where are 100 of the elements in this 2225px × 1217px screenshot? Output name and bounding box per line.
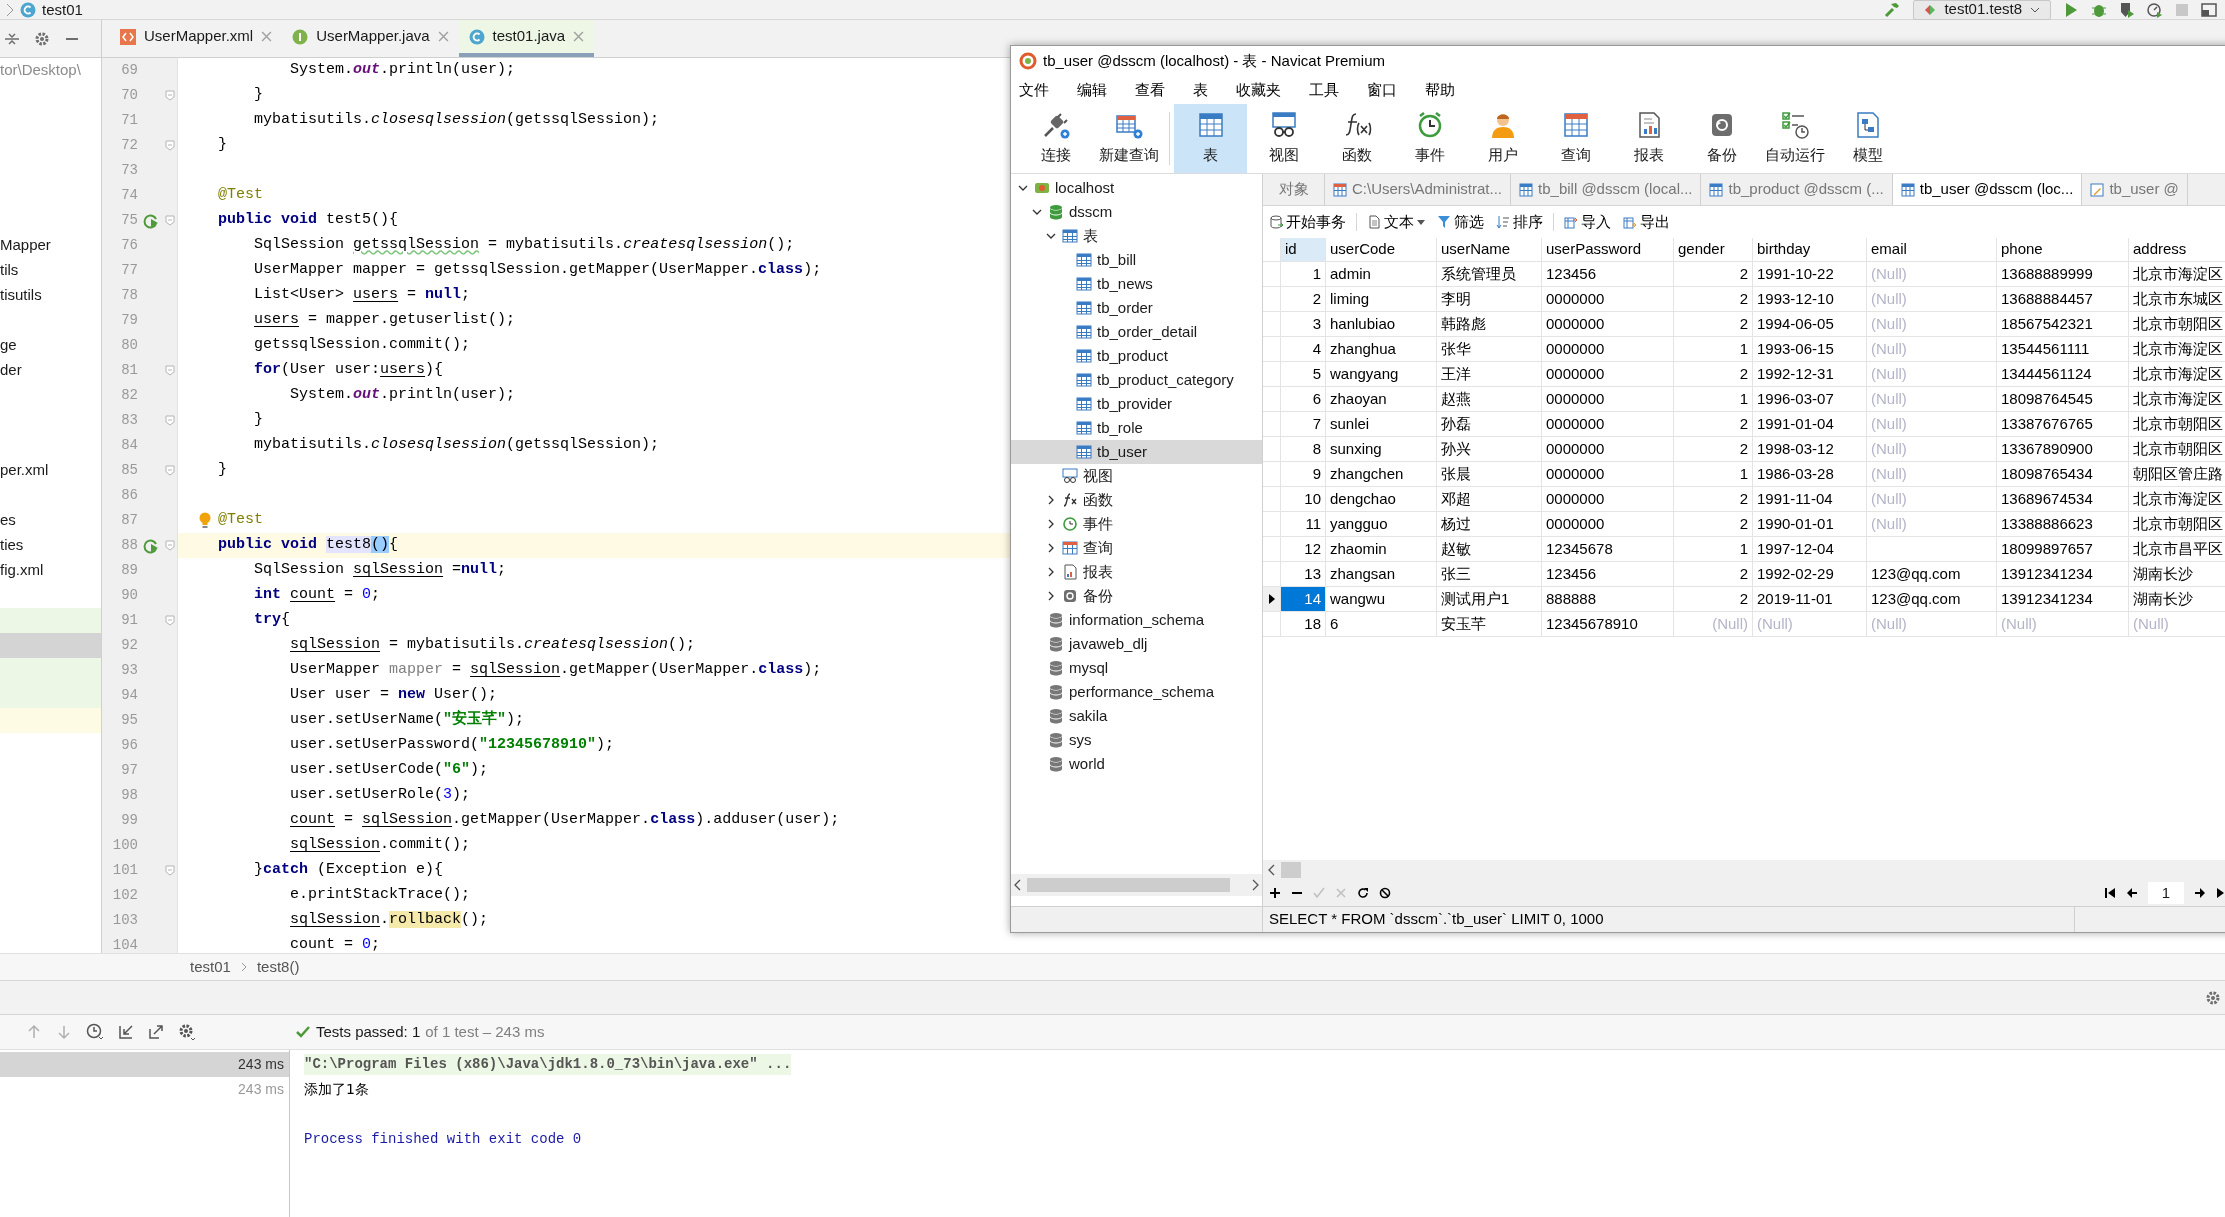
first-page-icon[interactable] [2104, 887, 2116, 899]
shield-play-icon[interactable] [2119, 1, 2135, 18]
document-tab[interactable]: tb_product @dsscm (... [1701, 174, 1893, 205]
fold-marker-icon[interactable] [165, 615, 175, 626]
tree-item[interactable]: 表 [1011, 224, 1262, 248]
settings-icon[interactable] [34, 30, 50, 47]
toolbar-button[interactable]: 模型 [1831, 104, 1904, 173]
column-header[interactable]: id [1281, 238, 1326, 262]
tree-item[interactable]: localhost [1011, 176, 1262, 200]
column-header[interactable]: phone [1997, 238, 2129, 262]
clock-icon[interactable] [86, 1023, 104, 1041]
toolbar-button[interactable]: 文本 [1365, 210, 1427, 234]
fold-marker-icon[interactable] [165, 540, 175, 551]
project-tree-item[interactable]: fig.xml [0, 559, 44, 582]
fold-marker-icon[interactable] [165, 140, 175, 151]
tree-item[interactable]: tb_role [1011, 416, 1262, 440]
toolbar-button[interactable]: 表 [1174, 104, 1247, 173]
document-tab[interactable]: C:\Users\Administrat... [1325, 174, 1512, 205]
tree-item[interactable]: sys [1011, 728, 1262, 752]
document-tab[interactable]: 对象 [1263, 174, 1325, 205]
project-tree-item[interactable]: der [0, 359, 22, 382]
tree-item[interactable]: performance_schema [1011, 680, 1262, 704]
fold-marker-icon[interactable] [165, 865, 175, 876]
scroll-left-icon[interactable] [1267, 864, 1277, 876]
column-header[interactable]: gender [1674, 238, 1753, 262]
tree-item[interactable]: 查询 [1011, 536, 1262, 560]
close-icon[interactable] [261, 31, 273, 42]
tree-item[interactable]: 函数 [1011, 488, 1262, 512]
settings-icon[interactable] [178, 1023, 196, 1041]
tree-item[interactable]: dsscm [1011, 200, 1262, 224]
play-icon[interactable] [2063, 1, 2079, 18]
toolbar-button[interactable]: 新建查询 [1092, 104, 1165, 173]
editor-tab[interactable]: UserMapper.xml [110, 20, 283, 57]
project-tree-item[interactable]: ge [0, 334, 17, 357]
tree-item[interactable]: 备份 [1011, 584, 1262, 608]
last-page-icon[interactable] [2216, 887, 2225, 899]
document-tab[interactable]: tb_bill @dsscm (local... [1511, 174, 1702, 205]
toolbar-button[interactable]: 排序 [1494, 210, 1545, 234]
run-test-icon[interactable] [143, 212, 159, 229]
fold-marker-icon[interactable] [165, 215, 175, 226]
scrollbar-thumb[interactable] [1281, 862, 1301, 878]
toolbar-button[interactable]: 筛选 [1435, 210, 1486, 234]
scroll-right-icon[interactable] [1250, 879, 1260, 891]
menu-item[interactable]: 收藏夹 [1236, 78, 1281, 102]
project-tree-item[interactable]: Mapper [0, 234, 51, 257]
tree-item[interactable]: javaweb_dlj [1011, 632, 1262, 656]
toolbar-button[interactable]: 视图 [1247, 104, 1320, 173]
toolbar-button[interactable]: 备份 [1685, 104, 1758, 173]
fold-marker-icon[interactable] [165, 415, 175, 426]
column-header[interactable]: userName [1437, 238, 1542, 262]
project-tree-item[interactable]: tisutils [0, 284, 42, 307]
breadcrumb-item[interactable]: test8() [256, 955, 300, 979]
menu-item[interactable]: 窗口 [1367, 78, 1397, 102]
breadcrumb-item[interactable]: test01 [42, 0, 83, 19]
fold-marker-icon[interactable] [165, 465, 175, 476]
export-icon[interactable] [148, 1024, 164, 1040]
fold-marker-icon[interactable] [165, 90, 175, 101]
scroll-left-icon[interactable] [1013, 879, 1023, 891]
project-tree-item[interactable]: per.xml [0, 459, 49, 482]
tree-item[interactable]: tb_provider [1011, 392, 1262, 416]
menu-item[interactable]: 文件 [1019, 78, 1049, 102]
page-field[interactable]: 1 [2148, 882, 2184, 904]
hammer-icon[interactable] [1883, 0, 1902, 19]
refresh-icon[interactable] [1357, 887, 1369, 899]
toolbar-button[interactable]: 导入 [1562, 210, 1613, 234]
tree-item[interactable]: world [1011, 752, 1262, 776]
tree-item[interactable]: 报表 [1011, 560, 1262, 584]
breadcrumb-item[interactable]: test01 [190, 955, 231, 979]
toolbar-button[interactable]: 用户 [1466, 104, 1539, 173]
tree-item[interactable]: tb_order [1011, 296, 1262, 320]
menu-item[interactable]: 查看 [1135, 78, 1165, 102]
scrollbar-thumb[interactable] [1027, 878, 1230, 892]
tree-item[interactable]: tb_product [1011, 344, 1262, 368]
arrow-down-icon[interactable] [56, 1024, 72, 1040]
tree-item[interactable]: tb_order_detail [1011, 320, 1262, 344]
column-header[interactable]: userPassword [1542, 238, 1674, 262]
project-tree-item[interactable]: tils [0, 259, 19, 282]
previous-page-icon[interactable] [2126, 887, 2138, 899]
document-tab[interactable]: tb_user @dsscm (loc... [1892, 174, 2083, 205]
collapse-icon[interactable] [4, 30, 20, 47]
tree-item[interactable]: sakila [1011, 704, 1262, 728]
toolbar-button[interactable]: 事件 [1393, 104, 1466, 173]
arrow-up-icon[interactable] [26, 1024, 42, 1040]
menu-item[interactable]: 帮助 [1425, 78, 1455, 102]
stop-icon[interactable] [1379, 887, 1391, 899]
fold-marker-icon[interactable] [165, 365, 175, 376]
next-page-icon[interactable] [2194, 887, 2206, 899]
menu-item[interactable]: 工具 [1309, 78, 1339, 102]
run-test-icon[interactable] [143, 537, 159, 554]
tree-item[interactable]: tb_news [1011, 272, 1262, 296]
column-header[interactable]: userCode [1326, 238, 1437, 262]
toolbar-button[interactable]: 自动运行 [1758, 104, 1831, 173]
tree-item[interactable]: tb_user [1011, 440, 1262, 464]
close-icon[interactable] [1335, 887, 1347, 899]
tree-item[interactable]: tb_product_category [1011, 368, 1262, 392]
editor-tab[interactable]: test01.java [458, 20, 595, 57]
settings-icon[interactable] [2205, 989, 2221, 1006]
row-header[interactable] [1263, 587, 1281, 612]
tree-item[interactable]: 事件 [1011, 512, 1262, 536]
editor-tab[interactable]: UserMapper.java [282, 20, 459, 57]
